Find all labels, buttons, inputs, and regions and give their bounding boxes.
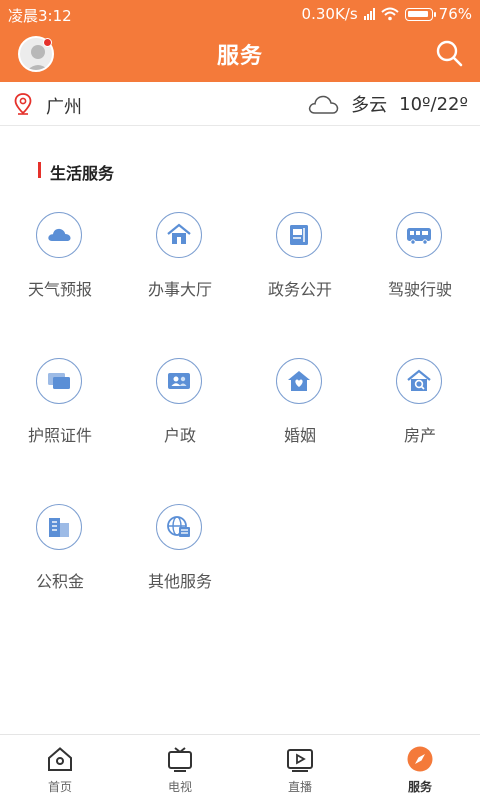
building-icon bbox=[36, 504, 82, 550]
battery-percent: 76% bbox=[438, 5, 472, 23]
service-label: 房产 bbox=[403, 426, 436, 445]
section-title: 生活服务 bbox=[38, 160, 114, 183]
service-label: 办事大厅 bbox=[147, 280, 212, 299]
weather-condition: 多云 bbox=[351, 95, 388, 116]
cards-icon bbox=[36, 358, 82, 404]
service-real-estate[interactable]: 房产 bbox=[360, 346, 480, 466]
location-weather-bar: 广州 多云 10º/22º bbox=[0, 82, 480, 126]
weather-info: 多云 10º/22º bbox=[307, 91, 468, 117]
document-flag-icon bbox=[276, 212, 322, 258]
search-icon[interactable] bbox=[434, 38, 464, 68]
id-card-icon bbox=[156, 358, 202, 404]
status-bar: 凌晨3:12 0.30K/s 76% bbox=[0, 0, 480, 28]
service-label: 婚姻 bbox=[283, 426, 316, 445]
house-icon bbox=[156, 212, 202, 258]
bus-icon bbox=[396, 212, 442, 258]
cloud-icon bbox=[36, 212, 82, 258]
service-label: 其他服务 bbox=[147, 572, 212, 591]
service-label: 护照证件 bbox=[27, 426, 92, 445]
service-label: 户政 bbox=[163, 426, 196, 445]
temperature-range: 10º/22º bbox=[399, 93, 468, 115]
bottom-nav: 首页 电视 直播 服务 bbox=[0, 734, 480, 800]
service-passport[interactable]: 护照证件 bbox=[0, 346, 120, 466]
service-weather[interactable]: 天气预报 bbox=[0, 200, 120, 320]
tv-icon bbox=[168, 747, 192, 772]
nav-home[interactable]: 首页 bbox=[0, 735, 120, 800]
service-household[interactable]: 户政 bbox=[120, 346, 240, 466]
service-label: 公积金 bbox=[35, 572, 84, 591]
service-label: 政务公开 bbox=[267, 280, 332, 299]
nav-services[interactable]: 服务 bbox=[360, 735, 480, 800]
service-label: 天气预报 bbox=[27, 280, 92, 299]
nav-label: 直播 bbox=[287, 780, 312, 794]
nav-label: 首页 bbox=[47, 780, 72, 794]
wifi-icon bbox=[380, 7, 399, 21]
house-search-icon bbox=[396, 358, 442, 404]
battery-icon bbox=[404, 7, 436, 21]
service-marriage[interactable]: 婚姻 bbox=[240, 346, 360, 466]
service-housing-fund[interactable]: 公积金 bbox=[0, 492, 120, 612]
heart-house-icon bbox=[276, 358, 322, 404]
section-accent-bar bbox=[38, 162, 41, 178]
app-header: 服务 bbox=[0, 28, 480, 82]
status-right: 0.30K/s 76% bbox=[302, 5, 472, 23]
service-driving[interactable]: 驾驶行驶 bbox=[360, 200, 480, 320]
service-office-hall[interactable]: 办事大厅 bbox=[120, 200, 240, 320]
nav-label: 服务 bbox=[407, 780, 432, 794]
service-gov-affairs[interactable]: 政务公开 bbox=[240, 200, 360, 320]
location-pin-icon[interactable] bbox=[14, 93, 32, 115]
home-icon bbox=[48, 747, 72, 771]
status-time: 凌晨3:12 bbox=[8, 7, 72, 25]
cloud-icon bbox=[309, 95, 339, 114]
service-label: 驾驶行驶 bbox=[387, 280, 452, 299]
city-name[interactable]: 广州 bbox=[46, 93, 82, 119]
live-video-icon bbox=[287, 749, 313, 772]
network-speed: 0.30K/s bbox=[301, 5, 358, 23]
nav-tv[interactable]: 电视 bbox=[120, 735, 240, 800]
nav-label: 电视 bbox=[167, 780, 192, 794]
nav-live[interactable]: 直播 bbox=[240, 735, 360, 800]
compass-icon bbox=[407, 746, 433, 772]
service-other[interactable]: 其他服务 bbox=[120, 492, 240, 612]
globe-document-icon bbox=[156, 504, 202, 550]
signal-icon bbox=[363, 8, 375, 20]
page-title: 服务 bbox=[216, 44, 263, 69]
